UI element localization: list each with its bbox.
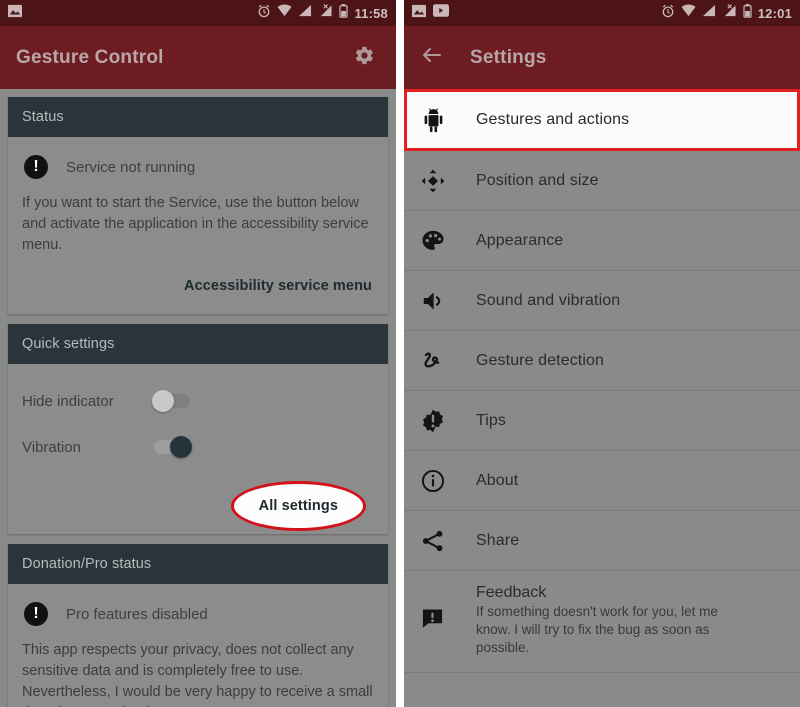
settings-item-label: Gestures and actions [476,111,630,128]
all-settings-button[interactable]: All settings [257,494,340,518]
signal-icon [298,4,312,22]
status-card-header: Status [8,97,388,137]
android-robot-icon [420,107,476,134]
battery-icon [743,3,752,23]
badge-exclamation-icon [420,408,476,434]
right-status-bar: 12:01 [404,0,800,26]
toggle-knob [152,390,174,413]
exclamation-icon: ! [24,602,48,627]
move-arrows-icon [420,168,476,194]
service-status-line: ! Service not running [24,155,374,179]
alarm-icon [661,4,675,23]
quick-settings-card-header: Quick settings [8,324,388,365]
pro-status-text: Pro features disabled [66,605,208,623]
donation-card-header: Donation/Pro status [8,544,388,585]
gear-icon [351,43,376,73]
settings-title: Settings [470,46,547,68]
status-bar-system-icons: 12:01 [661,3,792,23]
quick-settings-card-body: Hide indicator Vibration All settings [8,364,388,534]
status-bar-notification-icons [412,4,449,23]
status-bar-clock: 11:58 [354,5,388,21]
settings-item-position-and-size[interactable]: Position and size [404,151,800,211]
chat-exclamation-icon [420,584,476,631]
wifi-icon [277,4,292,22]
quick-settings-action-row: All settings [22,481,366,532]
status-bar-clock: 12:01 [757,5,792,21]
settings-item-gesture-detection[interactable]: Gesture detection [404,331,800,391]
accessibility-service-menu-button[interactable]: Accessibility service menu [182,274,374,298]
settings-item-tips[interactable]: Tips [404,391,800,451]
app-title: Gesture Control [16,46,164,68]
feedback-description: If something doesn't work for you, let m… [476,604,718,656]
squiggle-gesture-icon [420,348,476,374]
donation-card-body: ! Pro features disabled This app respect… [8,584,388,707]
settings-item-feedback[interactable]: Feedback If something doesn't work for y… [404,571,800,673]
settings-item-about[interactable]: About [404,451,800,511]
settings-button[interactable] [346,41,380,75]
donation-pro-status-card: Donation/Pro status ! Pro features disab… [8,544,388,707]
service-status-text: Service not running [66,158,196,176]
image-icon [8,4,22,23]
settings-item-label: Appearance [476,231,564,249]
signal-icon [702,4,716,22]
arrow-left-icon [420,43,444,72]
settings-item-sound-and-vibration[interactable]: Sound and vibration [404,271,800,331]
info-circle-icon [420,468,476,494]
share-icon [420,528,476,554]
donation-card-paragraph: This app respects your privacy, does not… [22,642,373,707]
vibration-toggle[interactable] [154,436,192,459]
status-card-paragraph: If you want to start the Service, use th… [22,195,369,254]
back-button[interactable] [420,43,444,72]
pro-status-line: ! Pro features disabled [24,602,374,627]
settings-item-label: About [476,471,519,489]
settings-item-label: Sound and vibration [476,291,621,309]
feedback-text-block: Feedback If something doesn't work for y… [476,584,731,658]
settings-item-label: Share [476,531,520,549]
speaker-icon [420,288,476,314]
status-card-body: ! Service not running If you want to sta… [8,137,388,314]
toggle-knob [170,436,192,459]
settings-item-label: Position and size [476,171,599,189]
right-app-bar: Settings [404,26,800,89]
hide-indicator-toggle[interactable] [152,390,190,413]
feedback-title: Feedback [476,584,547,601]
dual-screenshot-container: 11:58 Gesture Control Status ! Service n… [0,0,800,707]
status-bar-notification-icons [8,4,22,23]
settings-item-appearance[interactable]: Appearance [404,211,800,271]
right-phone-screen: 12:01 Settings Gestures and actions Posi… [404,0,800,707]
battery-icon [339,3,349,23]
left-phone-screen: 11:58 Gesture Control Status ! Service n… [0,0,396,707]
settings-item-gestures-and-actions[interactable]: Gestures and actions [404,89,800,151]
settings-item-share[interactable]: Share [404,511,800,571]
alarm-icon [257,4,271,23]
palette-icon [420,228,476,254]
wifi-icon [681,4,696,22]
status-bar-system-icons: 11:58 [257,3,388,23]
hide-indicator-row: Hide indicator [22,378,374,424]
settings-item-label: Tips [476,411,507,429]
panel-gutter [396,0,404,707]
image-icon [412,4,426,23]
left-screen-content: Status ! Service not running If you want… [0,89,396,707]
video-icon [433,4,449,22]
all-settings-annotation: All settings [230,481,366,532]
exclamation-icon: ! [24,155,48,179]
quick-settings-card: Quick settings Hide indicator Vibration [8,324,388,535]
hide-indicator-label: Hide indicator [22,392,114,410]
vibration-row: Vibration [22,424,374,470]
status-card: Status ! Service not running If you want… [8,97,388,315]
left-status-bar: 11:58 [0,0,396,26]
status-card-action-row: Accessibility service menu [22,274,374,298]
settings-list: Gestures and actions Position and size A… [404,89,800,707]
left-app-bar: Gesture Control [0,26,396,89]
settings-item-label: Gesture detection [476,351,604,369]
vibration-label: Vibration [22,438,81,456]
signal-off-icon [318,4,333,22]
signal-off-icon [722,4,737,22]
